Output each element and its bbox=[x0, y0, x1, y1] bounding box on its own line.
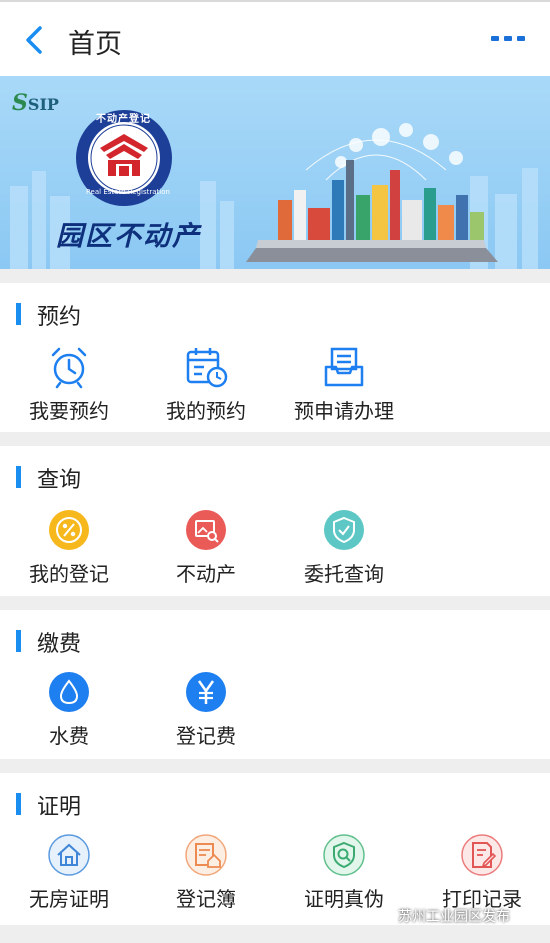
menu-item-real-estate[interactable]: 不动产 bbox=[141, 508, 271, 587]
section-accent-bar bbox=[16, 793, 21, 815]
menu-item-label: 委托查询 bbox=[304, 562, 384, 586]
section-title: 证明 bbox=[37, 795, 82, 820]
section-title: 预约 bbox=[37, 305, 82, 330]
section-certificate: 证明 无房证明 登记簿 证明真伪 打印记录 bbox=[0, 773, 550, 925]
menu-item-no-house-certificate[interactable]: 无房证明 bbox=[4, 833, 134, 912]
menu-item-registration-fee[interactable]: 登记费 bbox=[141, 670, 271, 749]
section-query: 查询 我的登记 不动产 委托查询 bbox=[0, 446, 550, 596]
top-bar: 首页 bbox=[0, 0, 550, 76]
seal-ring-text: Real Estate Registration bbox=[86, 188, 170, 196]
banner[interactable]: SSIP 不动产登记 Real Estate Registration 园区不动… bbox=[0, 76, 550, 269]
yen-icon bbox=[186, 672, 226, 712]
section-appointment: 预约 我要预约 我的预约 预申请办理 bbox=[0, 283, 550, 432]
menu-item-register-book[interactable]: 登记簿 bbox=[141, 833, 271, 912]
menu-item-entrusted-query[interactable]: 委托查询 bbox=[279, 508, 409, 587]
banner-caption: 园区不动产 bbox=[56, 221, 201, 252]
more-icon[interactable] bbox=[490, 32, 526, 46]
page-title: 首页 bbox=[68, 29, 122, 60]
shield-check-icon bbox=[324, 510, 364, 550]
menu-item-label: 不动产 bbox=[176, 562, 236, 586]
menu-item-label: 无房证明 bbox=[29, 887, 109, 911]
print-record-icon bbox=[461, 834, 503, 876]
menu-item-label: 水费 bbox=[49, 724, 89, 748]
section-accent-bar bbox=[16, 303, 21, 325]
house-icon bbox=[48, 834, 90, 876]
menu-item-verify-certificate[interactable]: 证明真伪 bbox=[279, 833, 409, 912]
menu-item-label: 我要预约 bbox=[29, 399, 109, 423]
menu-item-label: 登记费 bbox=[176, 724, 236, 748]
menu-item-label: 登记簿 bbox=[176, 887, 236, 911]
menu-item-label: 我的登记 bbox=[29, 562, 109, 586]
seal-top-text: 不动产登记 bbox=[96, 114, 151, 125]
section-payment: 缴费 水费 登记费 bbox=[0, 610, 550, 759]
sip-logo: SSIP bbox=[12, 90, 59, 116]
city-tablet-illustration bbox=[246, 123, 498, 262]
section-accent-bar bbox=[16, 630, 21, 652]
search-image-icon bbox=[186, 510, 226, 550]
percent-coin-icon bbox=[49, 510, 89, 550]
section-accent-bar bbox=[16, 466, 21, 488]
menu-item-label: 预申请办理 bbox=[294, 399, 394, 423]
menu-item-label: 我的预约 bbox=[166, 399, 246, 423]
watermark: 苏州工业园区发布 bbox=[398, 909, 510, 925]
menu-item-print-record[interactable]: 打印记录 bbox=[417, 833, 547, 912]
calendar-clock-icon bbox=[186, 348, 228, 388]
menu-item-my-appointment[interactable]: 我的预约 bbox=[141, 345, 271, 424]
register-book-icon bbox=[185, 834, 227, 876]
menu-item-make-appointment[interactable]: 我要预约 bbox=[4, 345, 134, 424]
menu-item-label: 证明真伪 bbox=[304, 887, 384, 911]
back-arrow-icon[interactable] bbox=[20, 24, 48, 56]
verify-shield-icon bbox=[323, 834, 365, 876]
section-title: 缴费 bbox=[37, 632, 82, 657]
menu-item-pre-application[interactable]: 预申请办理 bbox=[279, 345, 409, 424]
menu-item-water-fee[interactable]: 水费 bbox=[4, 670, 134, 749]
menu-item-my-registration[interactable]: 我的登记 bbox=[4, 508, 134, 587]
water-drop-icon bbox=[49, 672, 89, 712]
alarm-clock-icon bbox=[51, 347, 87, 389]
section-title: 查询 bbox=[37, 468, 82, 493]
document-tray-icon bbox=[324, 347, 364, 387]
